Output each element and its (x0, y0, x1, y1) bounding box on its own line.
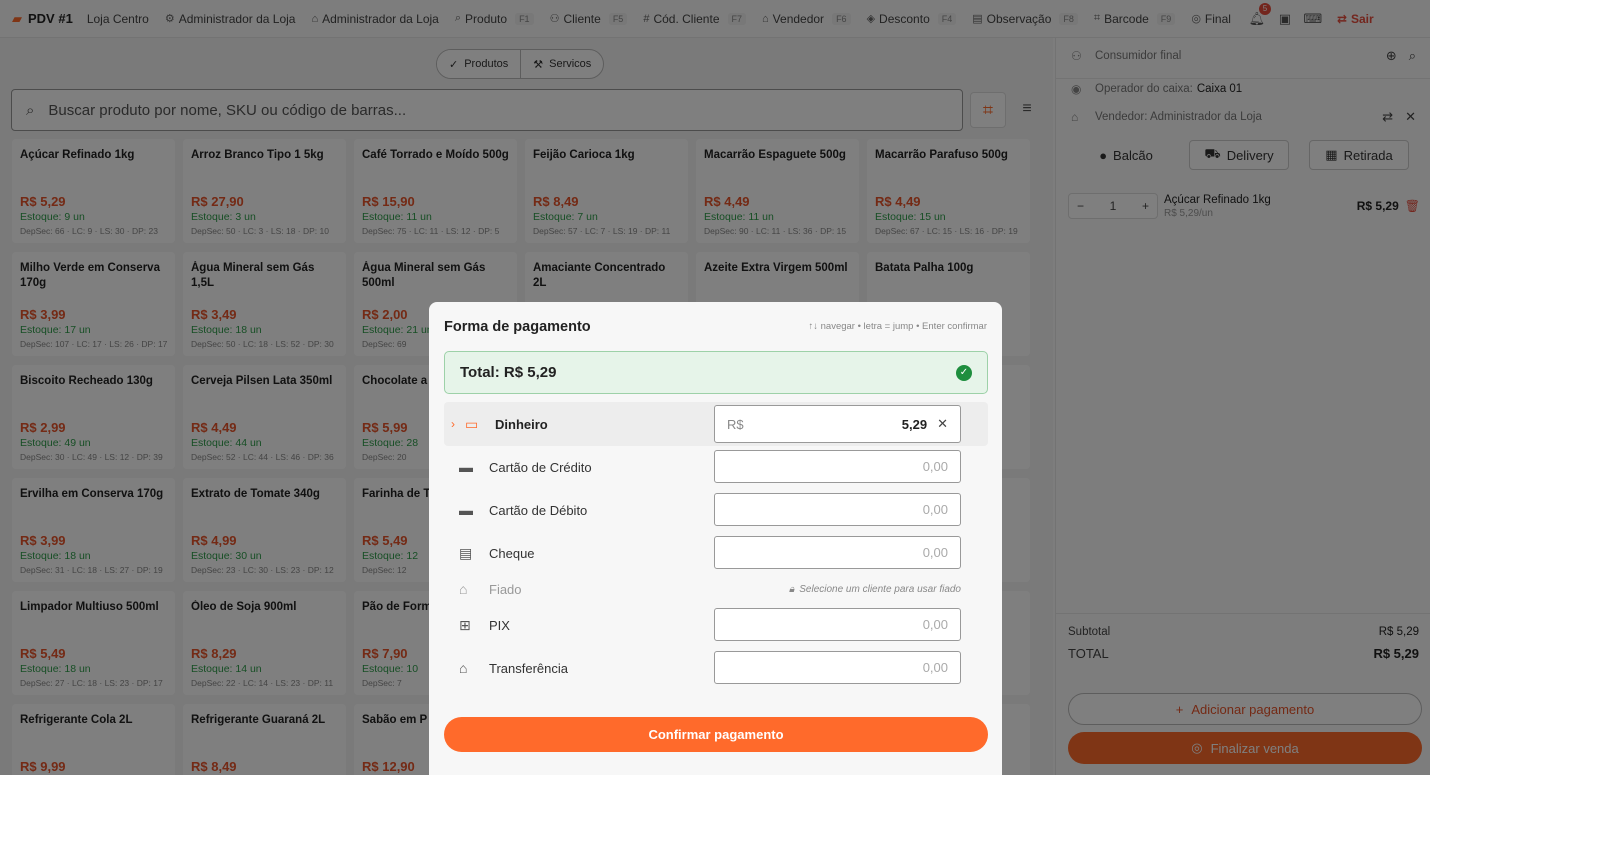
credit-amount-input[interactable]: 0,00 (714, 450, 961, 483)
debit-amount-input[interactable]: 0,00 (714, 493, 961, 526)
check-circle-icon: ✓ (956, 364, 972, 381)
method-label: Dinheiro (495, 416, 548, 432)
lock-icon: 🔒︎ (788, 583, 795, 595)
pos-app: ▰ PDV #1 Loja Centro ⚙Administrador da L… (0, 0, 1430, 775)
clear-icon[interactable]: ✕ (937, 416, 948, 432)
payment-method-debit[interactable]: ▬ Cartão de Débito 0,00 (444, 493, 988, 527)
payment-method-cash[interactable]: › ▭ Dinheiro R$ 5,29 ✕ (444, 402, 988, 446)
amount-value: 5,29 (901, 416, 928, 432)
credit-card-icon: ▬ (459, 459, 473, 475)
cheque-icon: ▤ (459, 544, 473, 561)
confirm-payment-button[interactable]: Confirmar pagamento (444, 717, 988, 752)
fiado-note-text: Selecione um cliente para usar fiado (799, 583, 961, 595)
pix-icon: ⊞ (459, 616, 471, 633)
store-icon: ⌂ (459, 581, 468, 597)
amount-placeholder: 0,00 (922, 617, 948, 632)
payment-method-transfer[interactable]: ⌂ Transferência 0,00 (444, 651, 988, 685)
amount-placeholder: 0,00 (922, 502, 948, 517)
chevron-right-icon: › (451, 417, 455, 431)
payment-method-credit[interactable]: ▬ Cartão de Crédito 0,00 (444, 450, 988, 484)
method-label: Cartão de Crédito (489, 459, 592, 475)
amount-placeholder: 0,00 (922, 660, 948, 675)
method-label: Fiado (489, 581, 522, 597)
fiado-note: 🔒︎ Selecione um cliente para usar fiado (789, 584, 961, 595)
method-label: Cheque (489, 545, 535, 561)
total-summary: Total: R$ 5,29 ✓ (444, 351, 988, 394)
cheque-amount-input[interactable]: 0,00 (714, 536, 961, 569)
amount-placeholder: 0,00 (922, 545, 948, 560)
method-label: Cartão de Débito (489, 502, 588, 518)
keyboard-hint: ↑↓ navegar • letra = jump • Enter confir… (808, 321, 987, 332)
debit-card-icon: ▬ (459, 502, 473, 518)
total-text: Total: R$ 5,29 (460, 364, 557, 381)
method-label: Transferência (489, 660, 568, 676)
cash-icon: ▭ (465, 415, 479, 432)
cash-amount-input[interactable]: R$ 5,29 ✕ (714, 405, 961, 443)
amount-placeholder: 0,00 (922, 459, 948, 474)
payment-method-fiado: ⌂ Fiado 🔒︎ Selecione um cliente para usar… (444, 580, 988, 598)
currency-prefix: R$ (727, 416, 744, 432)
payment-modal: Forma de pagamento ↑↓ navegar • letra = … (429, 302, 1002, 775)
modal-title: Forma de pagamento (444, 319, 591, 335)
bank-icon: ⌂ (459, 660, 468, 676)
transfer-amount-input[interactable]: 0,00 (714, 651, 961, 684)
payment-method-cheque[interactable]: ▤ Cheque 0,00 (444, 536, 988, 570)
payment-method-pix[interactable]: ⊞ PIX 0,00 (444, 608, 988, 642)
pix-amount-input[interactable]: 0,00 (714, 608, 961, 641)
method-label: PIX (489, 617, 510, 633)
button-label: Confirmar pagamento (648, 727, 784, 742)
